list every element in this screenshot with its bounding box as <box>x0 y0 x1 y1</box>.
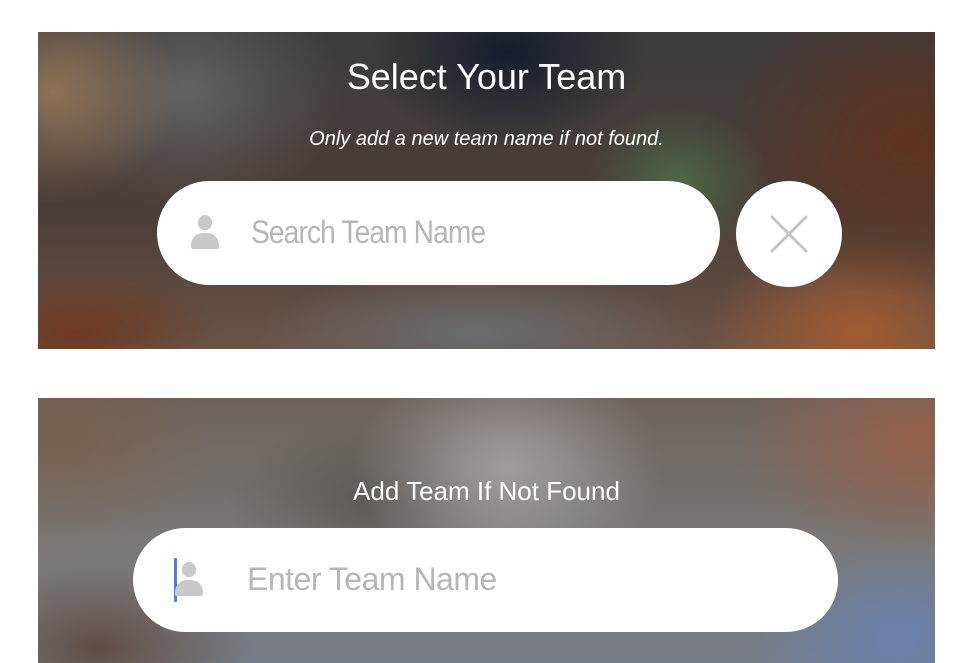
close-icon <box>770 215 808 253</box>
select-team-panel: Select Your Team Only add a new team nam… <box>38 32 935 349</box>
search-team-placeholder: Search Team Name <box>251 214 486 250</box>
user-icon <box>191 213 219 253</box>
search-team-input[interactable]: Search Team Name <box>157 181 720 285</box>
add-team-panel: Add Team If Not Found Enter Team Name <box>38 398 935 663</box>
clear-search-button[interactable] <box>736 181 842 287</box>
select-team-title: Select Your Team <box>346 56 627 97</box>
enter-team-name-input[interactable]: Enter Team Name <box>133 528 838 632</box>
select-team-subtitle: Only add a new team name if not found. <box>309 128 664 150</box>
enter-team-name-placeholder: Enter Team Name <box>247 561 497 597</box>
user-icon <box>175 560 203 600</box>
add-team-title: Add Team If Not Found <box>353 476 620 506</box>
